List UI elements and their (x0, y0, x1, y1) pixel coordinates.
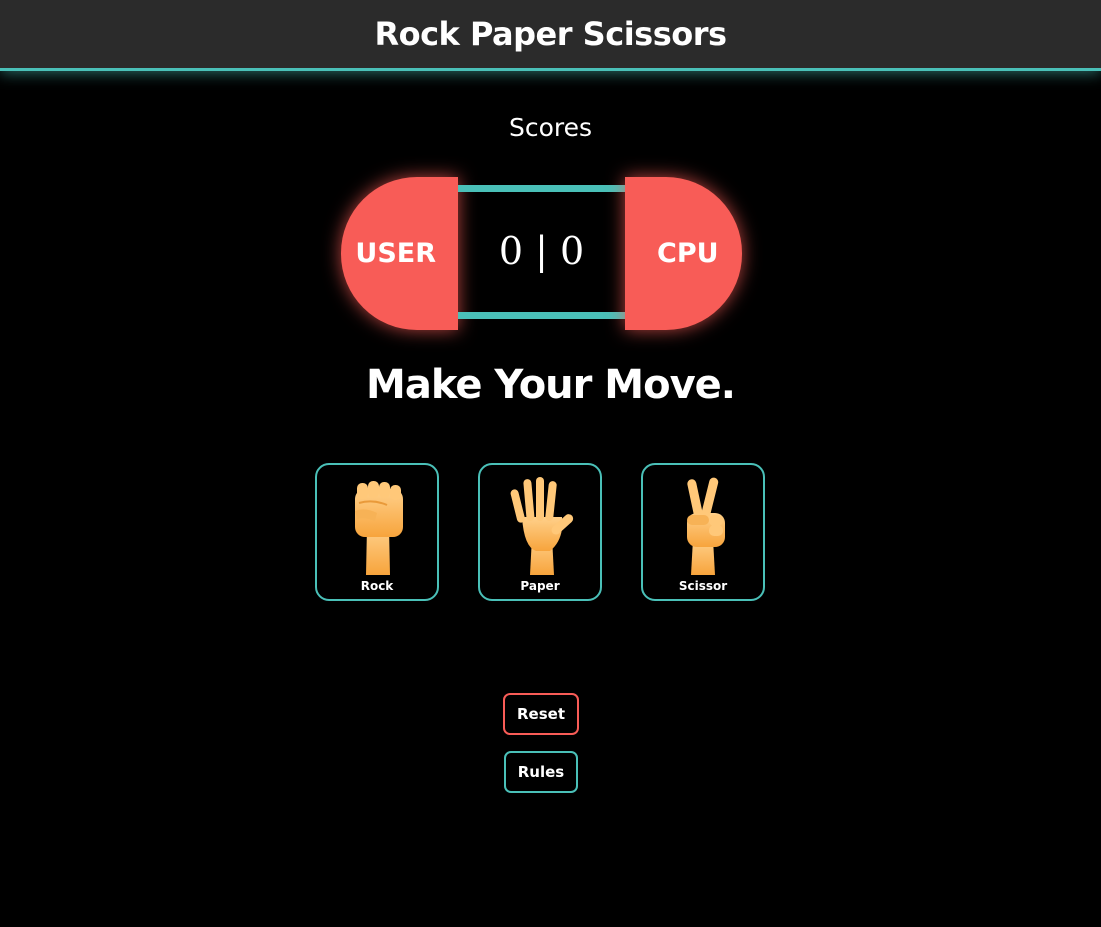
app-title: Rock Paper Scissors (374, 15, 727, 53)
cpu-label: CPU (657, 238, 719, 269)
raised-fist-icon (355, 481, 403, 575)
make-your-move-heading: Make Your Move. (366, 362, 736, 408)
scissor-label: Scissor (678, 579, 728, 593)
scoreboard-rail-top (458, 185, 625, 192)
scoreboard: USER 0 | 0 CPU (341, 177, 742, 330)
scoreboard-rail-bottom (458, 312, 625, 319)
paper-choice-button[interactable]: Paper (478, 463, 602, 601)
score-display: 0 | 0 (498, 229, 585, 273)
user-badge: USER (341, 177, 458, 330)
user-label: USER (355, 238, 436, 269)
rules-button[interactable]: Rules (504, 751, 578, 793)
reset-button[interactable]: Reset (503, 693, 579, 735)
cpu-badge: CPU (625, 177, 742, 330)
app-header: Rock Paper Scissors (0, 0, 1101, 71)
rock-choice-button[interactable]: Rock (315, 463, 439, 601)
rock-label: Rock (360, 579, 394, 593)
scores-heading: Scores (508, 113, 593, 142)
victory-hand-icon (687, 477, 725, 575)
paper-label: Paper (520, 579, 560, 593)
scissor-choice-button[interactable]: Scissor (641, 463, 765, 601)
raised-hand-icon (510, 477, 574, 575)
